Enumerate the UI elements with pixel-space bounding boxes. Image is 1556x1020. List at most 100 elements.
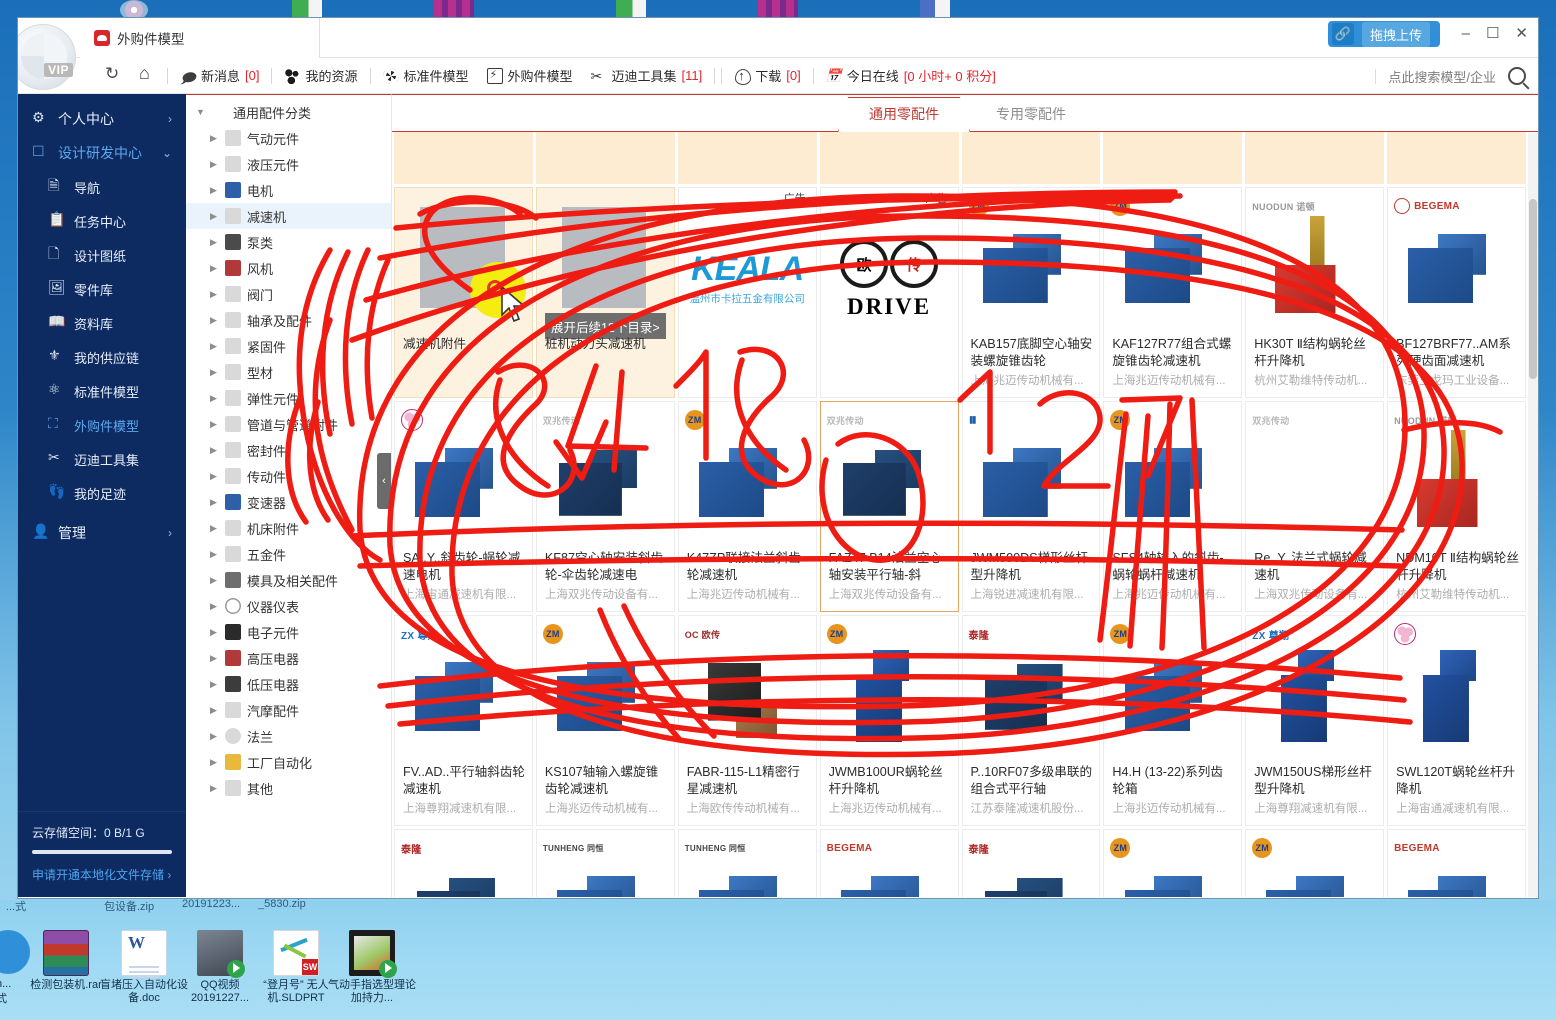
enable-local-storage-link[interactable]: 申请开通本地化文件存储 ›: [32, 866, 172, 883]
chevron-right-icon[interactable]: [210, 497, 219, 508]
search-icon[interactable]: [1508, 67, 1526, 85]
tree-item-profile[interactable]: 型材: [186, 359, 391, 385]
tree-item-low-voltage[interactable]: 低压电器: [186, 671, 391, 697]
chevron-right-icon[interactable]: [210, 263, 219, 274]
tree-item-pipe[interactable]: 管道与管道附件: [186, 411, 391, 437]
desktop-icon-cd[interactable]: [0, 0, 148, 20]
chevron-down-icon[interactable]: [196, 107, 205, 117]
tree-item-fastener[interactable]: 紧固件: [186, 333, 391, 359]
product-card[interactable]: ZM KAB157底脚空心轴安装螺旋锥齿轮 上海兆迈传动机械有...: [961, 187, 1101, 398]
desktop-icon-rar-1[interactable]: [144, 0, 474, 20]
sidebar-item-design-center[interactable]: ☐ 设计研发中心 ⌄: [18, 136, 186, 170]
browser-tab-purchased-models[interactable]: 外购件模型: [80, 18, 320, 58]
tab-special-parts[interactable]: 专用零配件: [970, 98, 1092, 131]
chevron-right-icon[interactable]: [210, 627, 219, 638]
product-card[interactable]: SA..Y..斜齿轮-蜗轮减速电机 上海宙通减速机有限...: [394, 401, 533, 612]
product-card[interactable]: 双兆传动 KF87空心轴安装斜齿轮-伞齿轮减速电 上海双兆传动设备有...: [535, 401, 675, 612]
product-card[interactable]: ZM H4.H (13-22)系列齿轮箱 上海兆迈传动机械有...: [1103, 615, 1243, 826]
chevron-right-icon[interactable]: [210, 289, 219, 300]
toolbar-item-standard-models[interactable]: 标准件模型: [374, 58, 478, 94]
toolbar-item-new-message[interactable]: 新消息 [0]: [171, 58, 268, 94]
chevron-right-icon[interactable]: [210, 757, 219, 768]
chevron-right-icon[interactable]: [210, 237, 219, 248]
chevron-right-icon[interactable]: [210, 471, 219, 482]
tree-item-pneumatic[interactable]: 气动元件: [186, 125, 391, 151]
toolbar-item-downloads[interactable]: 下载 [0]: [725, 58, 809, 94]
tree-item-instrument[interactable]: 仪器仪表: [186, 593, 391, 619]
tree-item-gearbox[interactable]: 变速器: [186, 489, 391, 515]
product-card[interactable]: BEGEMA: [819, 829, 959, 897]
product-card[interactable]: 双兆传动 Re..Y..法兰式蜗轮减速机 上海双兆传动设备有...: [1245, 401, 1385, 612]
desktop-icon-pneumatic-video[interactable]: 气动手指选型理论加持力...: [324, 930, 420, 1005]
drag-upload-button[interactable]: 🔗 拖拽上传: [1327, 21, 1440, 47]
close-button[interactable]: ✕: [1515, 26, 1528, 41]
ad-card-keala[interactable]: 广告 KEALA 温州市卡拉五金有限公司: [677, 187, 817, 398]
tree-item-motor[interactable]: 电机: [186, 177, 391, 203]
product-card[interactable]: ZX 尊翔 JWM150US梯形丝杆型升降机 上海尊翔减速机有限...: [1245, 615, 1385, 826]
ad-strip-cell[interactable]: [819, 132, 959, 184]
chevron-right-icon[interactable]: [210, 185, 219, 196]
tab-general-parts[interactable]: 通用零配件: [838, 97, 970, 132]
chevron-right-icon[interactable]: [210, 705, 219, 716]
sidebar-item-supply-chain[interactable]: ⚜ 我的供应链: [18, 340, 186, 374]
product-card[interactable]: 泰隆: [394, 829, 533, 897]
tree-item-auto-parts[interactable]: 汽摩配件: [186, 697, 391, 723]
ad-strip-cell[interactable]: [535, 132, 675, 184]
maximize-button[interactable]: ☐: [1486, 26, 1499, 41]
sidebar-item-standard-models[interactable]: ⚛ 标准件模型: [18, 374, 186, 408]
tree-item-fan[interactable]: 风机: [186, 255, 391, 281]
toolbar-item-toolset[interactable]: 迈迪工具集 [11]: [582, 58, 712, 94]
tree-item-hydraulic[interactable]: 液压元件: [186, 151, 391, 177]
desktop-icon-rar-2[interactable]: [288, 0, 798, 20]
tree-item-valve[interactable]: 阀门: [186, 281, 391, 307]
chevron-right-icon[interactable]: [210, 523, 219, 534]
chevron-right-icon[interactable]: [210, 159, 219, 170]
product-card-selected[interactable]: 双兆传动 FAZ47 B14法兰空心轴安装平行轴-斜 上海双兆传动设备有...: [819, 401, 959, 612]
tree-root-general-parts[interactable]: 通用配件分类: [186, 99, 391, 125]
minimize-button[interactable]: –: [1462, 26, 1470, 41]
sidebar-item-personal-center[interactable]: ⚙ 个人中心 ›: [18, 102, 186, 136]
refresh-button[interactable]: [96, 58, 130, 94]
chevron-right-icon[interactable]: [210, 341, 219, 352]
ad-strip-cell[interactable]: [394, 132, 533, 184]
tree-item-pump[interactable]: 泵类: [186, 229, 391, 255]
collapse-tree-handle[interactable]: ‹: [377, 453, 391, 509]
desktop-icon-excel-2[interactable]: [216, 0, 646, 20]
tree-item-other[interactable]: 其他: [186, 775, 391, 801]
product-card[interactable]: 展开后续12个目录> 桩机动力头减速机: [535, 187, 675, 398]
chevron-right-icon[interactable]: [210, 679, 219, 690]
product-card[interactable]: TUNHENG 同恒: [535, 829, 675, 897]
ad-strip-cell[interactable]: [1103, 132, 1243, 184]
product-card[interactable]: 泰隆 P..10RF07多级串联的组合式平行轴 江苏泰隆减速机股份...: [961, 615, 1101, 826]
chevron-right-icon[interactable]: [210, 419, 219, 430]
chevron-right-icon[interactable]: [210, 653, 219, 664]
sidebar-item-task-center[interactable]: 📋 任务中心: [18, 204, 186, 238]
sidebar-item-purchased-models[interactable]: ⛶ 外购件模型: [18, 408, 186, 442]
sidebar-item-toolset[interactable]: ✂ 迈迪工具集: [18, 442, 186, 476]
scrollbar-thumb[interactable]: [1529, 199, 1537, 379]
product-card[interactable]: BEGEMA BF127BRF77..AM系列硬齿面减速机 东莞玉戈玛工业设备.…: [1387, 187, 1526, 398]
tree-item-transmission[interactable]: 传动件: [186, 463, 391, 489]
ad-strip-cell[interactable]: [961, 132, 1101, 184]
product-card[interactable]: ZM K47ZP联接法兰斜齿轮减速机 上海兆迈传动机械有...: [677, 401, 817, 612]
chevron-right-icon[interactable]: [210, 133, 219, 144]
sidebar-item-admin[interactable]: 👤 管理 ›: [18, 516, 186, 550]
desktop-icon-word-top[interactable]: [360, 0, 950, 20]
tree-item-spring[interactable]: 弹性元件: [186, 385, 391, 411]
product-card[interactable]: ZX 尊翔 FV..AD..平行轴斜齿轮减速机 上海尊翔减速机有限...: [394, 615, 533, 826]
tree-item-mold[interactable]: 模具及相关配件: [186, 567, 391, 593]
tree-item-high-voltage[interactable]: 高压电器: [186, 645, 391, 671]
product-card[interactable]: OC 欧传 FABR-115-L1精密行星减速机 上海欧传传动机械有...: [677, 615, 817, 826]
product-card[interactable]: ZM SFS4轴输入的斜齿-蜗轮蜗杆减速机 上海兆迈传动机械有...: [1103, 401, 1243, 612]
tree-item-seal[interactable]: 密封件: [186, 437, 391, 463]
ad-strip-cell[interactable]: [677, 132, 817, 184]
sidebar-item-part-library[interactable]: 🖼 零件库: [18, 272, 186, 306]
desktop-icon-excel-1[interactable]: [72, 0, 322, 20]
chevron-right-icon[interactable]: [210, 445, 219, 456]
home-button[interactable]: [130, 58, 164, 94]
product-card[interactable]: ZM KAF127R77组合式螺旋锥齿轮减速机 上海兆迈传动机械有...: [1103, 187, 1243, 398]
content-scrollbar[interactable]: [1528, 133, 1538, 897]
search-input[interactable]: 点此搜索模型/企业: [1388, 67, 1496, 86]
sidebar-item-design-drawings[interactable]: 🗋 设计图纸: [18, 238, 186, 272]
chevron-right-icon[interactable]: [210, 315, 219, 326]
